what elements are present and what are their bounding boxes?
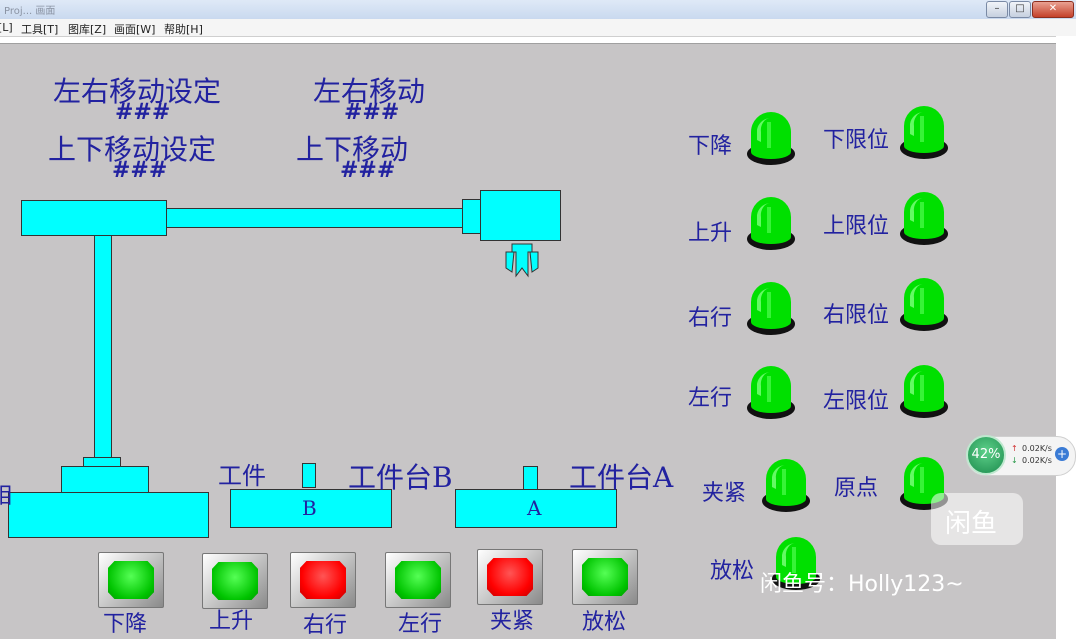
- ascend-button-face[interactable]: [212, 562, 258, 600]
- lamp-clamp-label: 夹紧: [702, 481, 747, 506]
- lamp-right-limit: [898, 276, 950, 332]
- lr-setting-value[interactable]: ###: [115, 99, 170, 125]
- lamp-move-left: [745, 364, 797, 420]
- vertical-column: [94, 235, 112, 459]
- lamp-lower-limit: [898, 104, 950, 160]
- table-b-letter: B: [302, 496, 317, 520]
- menu-item-gallery[interactable]: 图库[Z]: [68, 21, 106, 37]
- canvas-right-gutter: [1056, 36, 1076, 639]
- lamp-ascend: [745, 195, 797, 251]
- lamp-descend-label: 下降: [688, 134, 733, 159]
- lamp-origin-label: 原点: [834, 476, 879, 501]
- table-a-letter: A: [527, 496, 542, 520]
- table-a-label: 工件台A: [569, 461, 674, 494]
- move-right-button-label: 右行: [303, 613, 348, 638]
- indicator-lamp-icon: [747, 282, 795, 335]
- indicator-lamp-icon: [762, 459, 810, 512]
- lamp-left-limit: [898, 363, 950, 419]
- base-upper: [61, 466, 149, 493]
- workpiece-indicator-a: [523, 466, 538, 490]
- menu-item-l[interactable]: [L]: [0, 21, 13, 34]
- lamp-upper-limit: [898, 190, 950, 246]
- indicator-lamp-icon: [900, 106, 948, 159]
- lamp-left-limit-label: 左限位: [823, 389, 890, 414]
- descend-button-face[interactable]: [108, 561, 154, 599]
- watermark-text: 闲鱼号：Holly123~: [760, 572, 964, 597]
- release-button-face[interactable]: [582, 558, 628, 596]
- workpiece-indicator-b: [302, 463, 316, 488]
- release-button[interactable]: [572, 549, 638, 605]
- horizontal-arm: [166, 208, 464, 228]
- maximize-button[interactable]: □: [1009, 1, 1031, 18]
- lamp-upper-limit-label: 上限位: [823, 214, 890, 239]
- download-speed: 0.02K/s: [1022, 456, 1052, 465]
- move-right-button[interactable]: [290, 552, 356, 608]
- clamp-button[interactable]: [477, 549, 543, 605]
- lr-move-value: ###: [344, 99, 400, 125]
- ud-setting-value[interactable]: ###: [112, 157, 167, 183]
- lamp-lower-limit-label: 下限位: [823, 128, 890, 153]
- indicator-lamp-icon: [900, 365, 948, 418]
- release-button-label: 放松: [582, 610, 627, 635]
- lamp-clamp: [760, 457, 812, 513]
- move-left-button[interactable]: [385, 552, 451, 608]
- widget-plus-icon[interactable]: +: [1055, 447, 1069, 461]
- lamp-release-label: 放松: [710, 559, 755, 584]
- table-b-label: 工件台B: [348, 461, 453, 494]
- lamp-descend: [745, 110, 797, 166]
- watermark-logo: 闲鱼: [945, 509, 998, 539]
- workpiece-label: 工件: [218, 462, 266, 490]
- menu-item-screen[interactable]: 画面[W]: [114, 21, 155, 37]
- lamp-move-left-label: 左行: [688, 386, 733, 411]
- ud-move-value: ###: [340, 157, 396, 183]
- menu-item-help[interactable]: 帮助[H]: [164, 21, 203, 37]
- gripper-head: [480, 190, 561, 241]
- lamp-right-limit-label: 右限位: [823, 303, 890, 328]
- upload-arrow-icon: ↑: [1011, 444, 1018, 453]
- window-title-bar: [0, 0, 1076, 19]
- base-edge-label: 相: [0, 484, 13, 509]
- base-lower: [8, 492, 209, 538]
- move-left-button-label: 左行: [398, 612, 443, 637]
- arm-base-block: [21, 200, 167, 236]
- indicator-lamp-icon: [747, 366, 795, 419]
- indicator-lamp-icon: [900, 192, 948, 245]
- arm-connector: [462, 199, 481, 234]
- clamp-button-face[interactable]: [487, 558, 533, 596]
- move-left-button-face[interactable]: [395, 561, 441, 599]
- net-percent-badge: 42%: [966, 435, 1006, 475]
- ascend-button[interactable]: [202, 553, 268, 609]
- upload-speed: 0.02K/s: [1022, 444, 1052, 453]
- clamp-button-label: 夹紧: [490, 609, 535, 634]
- descend-button-label: 下降: [103, 612, 148, 637]
- lamp-ascend-label: 上升: [688, 221, 733, 246]
- window-title: Proj... 画面: [4, 6, 56, 17]
- ascend-button-label: 上升: [209, 609, 254, 634]
- close-button[interactable]: ✕: [1032, 1, 1074, 18]
- minimize-button[interactable]: –: [986, 1, 1008, 18]
- move-right-button-face[interactable]: [300, 561, 346, 599]
- menu-bar: [0, 19, 1076, 37]
- lamp-move-right: [745, 280, 797, 336]
- lamp-move-right-label: 右行: [688, 306, 733, 331]
- indicator-lamp-icon: [900, 278, 948, 331]
- indicator-lamp-icon: [747, 197, 795, 250]
- menu-item-tools[interactable]: 工具[T]: [21, 21, 58, 37]
- indicator-lamp-icon: [747, 112, 795, 165]
- download-arrow-icon: ↓: [1011, 456, 1018, 465]
- gripper-claw-icon: [505, 243, 539, 278]
- descend-button[interactable]: [98, 552, 164, 608]
